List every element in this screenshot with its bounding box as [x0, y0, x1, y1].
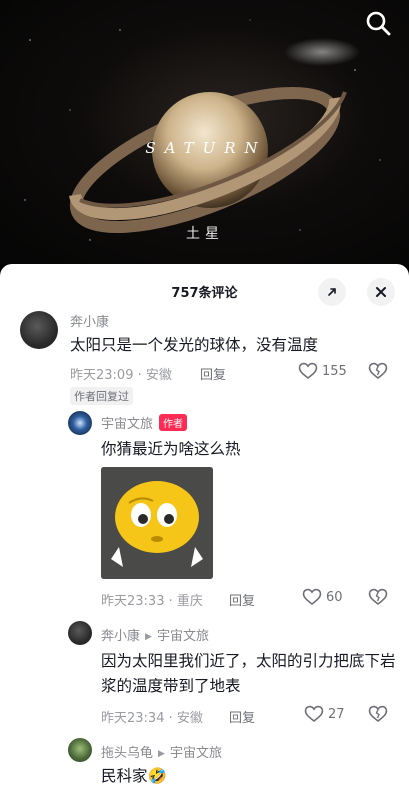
dislike-button[interactable]	[368, 588, 388, 610]
video-player[interactable]: SATURN 土星	[0, 0, 409, 264]
comment-location: 重庆	[176, 594, 203, 609]
like-button[interactable]: 27	[304, 705, 345, 723]
expand-button[interactable]	[318, 278, 346, 306]
dislike-button[interactable]	[368, 362, 388, 384]
comment-time: 昨天23:34	[101, 711, 165, 726]
sticker-emoji-icon	[101, 467, 213, 579]
avatar[interactable]	[68, 738, 92, 762]
comment-author[interactable]: 宇宙文旅 作者	[101, 413, 188, 432]
like-button[interactable]: 60	[302, 588, 343, 606]
reply-button[interactable]: 回复	[229, 590, 255, 609]
like-button[interactable]: 155	[298, 362, 347, 380]
dislike-button[interactable]	[368, 705, 388, 727]
comment-meta: 昨天23:33 · 重庆	[101, 594, 203, 609]
comment-text[interactable]: 你猜最近为啥这么热	[101, 437, 391, 462]
dislike-icon	[368, 588, 388, 606]
search-icon	[366, 11, 391, 36]
heart-icon	[302, 588, 322, 606]
reply-button[interactable]: 回复	[200, 364, 226, 383]
comment-text[interactable]: 民科家🤣	[101, 764, 391, 789]
reply-arrow-icon: ▶	[145, 632, 152, 642]
search-button[interactable]	[363, 8, 393, 38]
author-replied-tag: 作者回复过	[70, 387, 133, 405]
avatar[interactable]	[68, 621, 92, 645]
comment-text[interactable]: 太阳只是一个发光的球体，没有温度	[70, 333, 390, 358]
comment-author[interactable]: 拖头乌龟 ▶ 宇宙文旅	[101, 742, 222, 761]
heart-icon	[304, 705, 324, 723]
expand-icon	[328, 288, 336, 296]
comment-author[interactable]: 奔小康	[70, 311, 109, 330]
comment-time: 昨天23:09	[70, 368, 134, 383]
heart-icon	[298, 362, 318, 380]
comment-location: 安徽	[145, 368, 172, 383]
close-icon	[376, 287, 386, 297]
comment-text[interactable]: 因为太阳里我们近了，太阳的引力把底下岩浆的温度带到了地表	[101, 649, 401, 699]
dislike-icon	[368, 705, 388, 723]
comment-location: 安徽	[176, 711, 203, 726]
like-count: 155	[322, 363, 347, 379]
author-badge: 作者	[159, 414, 188, 431]
comment-count: 757条评论	[171, 286, 238, 301]
comment-meta: 昨天23:09 · 安徽	[70, 368, 172, 383]
dislike-icon	[368, 362, 388, 380]
comment-time: 昨天23:33	[101, 594, 165, 609]
comment-author[interactable]: 奔小康 ▶ 宇宙文旅	[101, 625, 209, 644]
video-title-en: SATURN	[145, 139, 267, 157]
comment-meta: 昨天23:34 · 安徽	[101, 711, 203, 726]
avatar[interactable]	[68, 411, 92, 435]
like-count: 60	[326, 589, 343, 605]
avatar[interactable]	[20, 311, 58, 349]
close-button[interactable]	[367, 278, 395, 306]
comments-header: 757条评论	[0, 264, 409, 318]
emoji-sticker-image[interactable]	[101, 467, 213, 579]
reply-arrow-icon: ▶	[158, 749, 165, 759]
video-title-cn: 土星	[186, 226, 224, 242]
reply-button[interactable]: 回复	[229, 707, 255, 726]
like-count: 27	[328, 706, 345, 722]
